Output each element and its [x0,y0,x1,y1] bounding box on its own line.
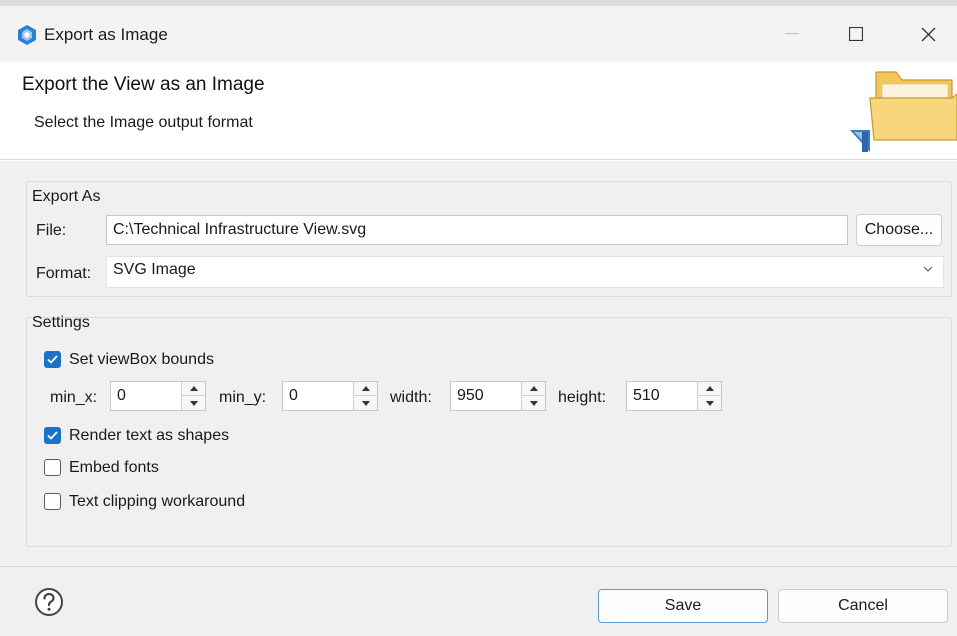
width-increment-button[interactable] [522,382,546,396]
file-label: File: [36,222,67,239]
caret-up-icon [190,386,198,391]
caret-down-icon [362,400,370,406]
height-increment-button[interactable] [698,382,722,396]
wizard-banner: Export the View as an Image Select the I… [0,62,957,160]
caret-down-icon [706,400,714,406]
width-label: width: [390,389,432,406]
choose-button[interactable]: Choose... [856,214,942,246]
folder-icon [850,71,957,152]
min-y-increment-button[interactable] [354,382,378,396]
min-x-increment-button[interactable] [182,382,206,396]
app-logo-icon [18,25,36,45]
minimize-button[interactable] [770,14,814,54]
save-button[interactable]: Save [598,589,768,623]
embed-fonts-checkbox[interactable]: Embed fonts [44,457,204,479]
height-value: 510 [633,387,660,404]
width-spinner-arrows [521,382,546,410]
viewbox-checkbox-label: Set viewBox bounds [69,351,214,368]
close-icon [921,27,935,41]
file-path-input[interactable]: C:\Technical Infrastructure View.svg [106,215,848,245]
width-spinner[interactable]: 950 [450,381,546,411]
dialog-footer: Save Cancel [0,566,957,636]
settings-label: Settings [32,314,90,331]
maximize-button[interactable] [834,14,878,54]
min-y-decrement-button[interactable] [354,396,378,410]
height-label: height: [558,389,607,406]
height-spinner-arrows [697,382,722,410]
min-y-label: min_y: [219,389,267,406]
text-clipping-checkbox[interactable]: Text clipping workaround [44,491,304,513]
min-x-spinner-arrows [181,382,206,410]
min-y-value: 0 [289,387,298,404]
min-y-spinner-arrows [353,382,378,410]
embed-fonts-checkbox-box[interactable] [44,459,61,476]
render-text-checkbox-box[interactable] [44,427,61,444]
width-decrement-button[interactable] [522,396,546,410]
text-clipping-checkbox-label: Text clipping workaround [69,493,246,510]
banner-subtitle: Select the Image output format [34,114,253,131]
min-x-value: 0 [117,387,126,404]
checkmark-icon [47,431,58,440]
min-y-spinner[interactable]: 0 [282,381,378,411]
minimize-icon [785,33,799,34]
maximize-icon [849,27,863,41]
title-bar: Export as Image [0,0,957,62]
caret-up-icon [530,386,538,391]
viewbox-checkbox[interactable]: Set viewBox bounds [44,349,264,371]
viewbox-checkbox-box[interactable] [44,351,61,368]
min-x-spinner[interactable]: 0 [110,381,206,411]
format-select[interactable]: SVG Image [106,256,944,288]
cancel-button[interactable]: Cancel [778,589,948,623]
help-icon[interactable] [34,587,64,617]
dialog-body: Export As File: C:\Technical Infrastruct… [0,161,957,566]
text-clipping-checkbox-box[interactable] [44,493,61,510]
height-decrement-button[interactable] [698,396,722,410]
render-text-checkbox-label: Render text as shapes [69,427,230,444]
width-value: 950 [457,387,484,404]
caret-down-icon [190,400,198,406]
close-button[interactable] [906,14,950,54]
banner-title: Export the View as an Image [22,74,265,95]
caret-up-icon [706,386,714,391]
render-text-checkbox[interactable]: Render text as shapes [44,425,284,447]
export-as-label: Export As [32,188,101,205]
embed-fonts-checkbox-label: Embed fonts [69,459,159,476]
caret-down-icon [530,400,538,406]
window-title: Export as Image [44,25,168,44]
chevron-down-icon [923,266,933,272]
height-spinner[interactable]: 510 [626,381,722,411]
caret-up-icon [362,386,370,391]
min-x-decrement-button[interactable] [182,396,206,410]
format-select-value: SVG Image [113,261,196,278]
min-x-label: min_x: [50,389,98,406]
checkmark-icon [47,355,58,364]
title-bar-topline [0,0,957,6]
format-label: Format: [36,265,92,282]
